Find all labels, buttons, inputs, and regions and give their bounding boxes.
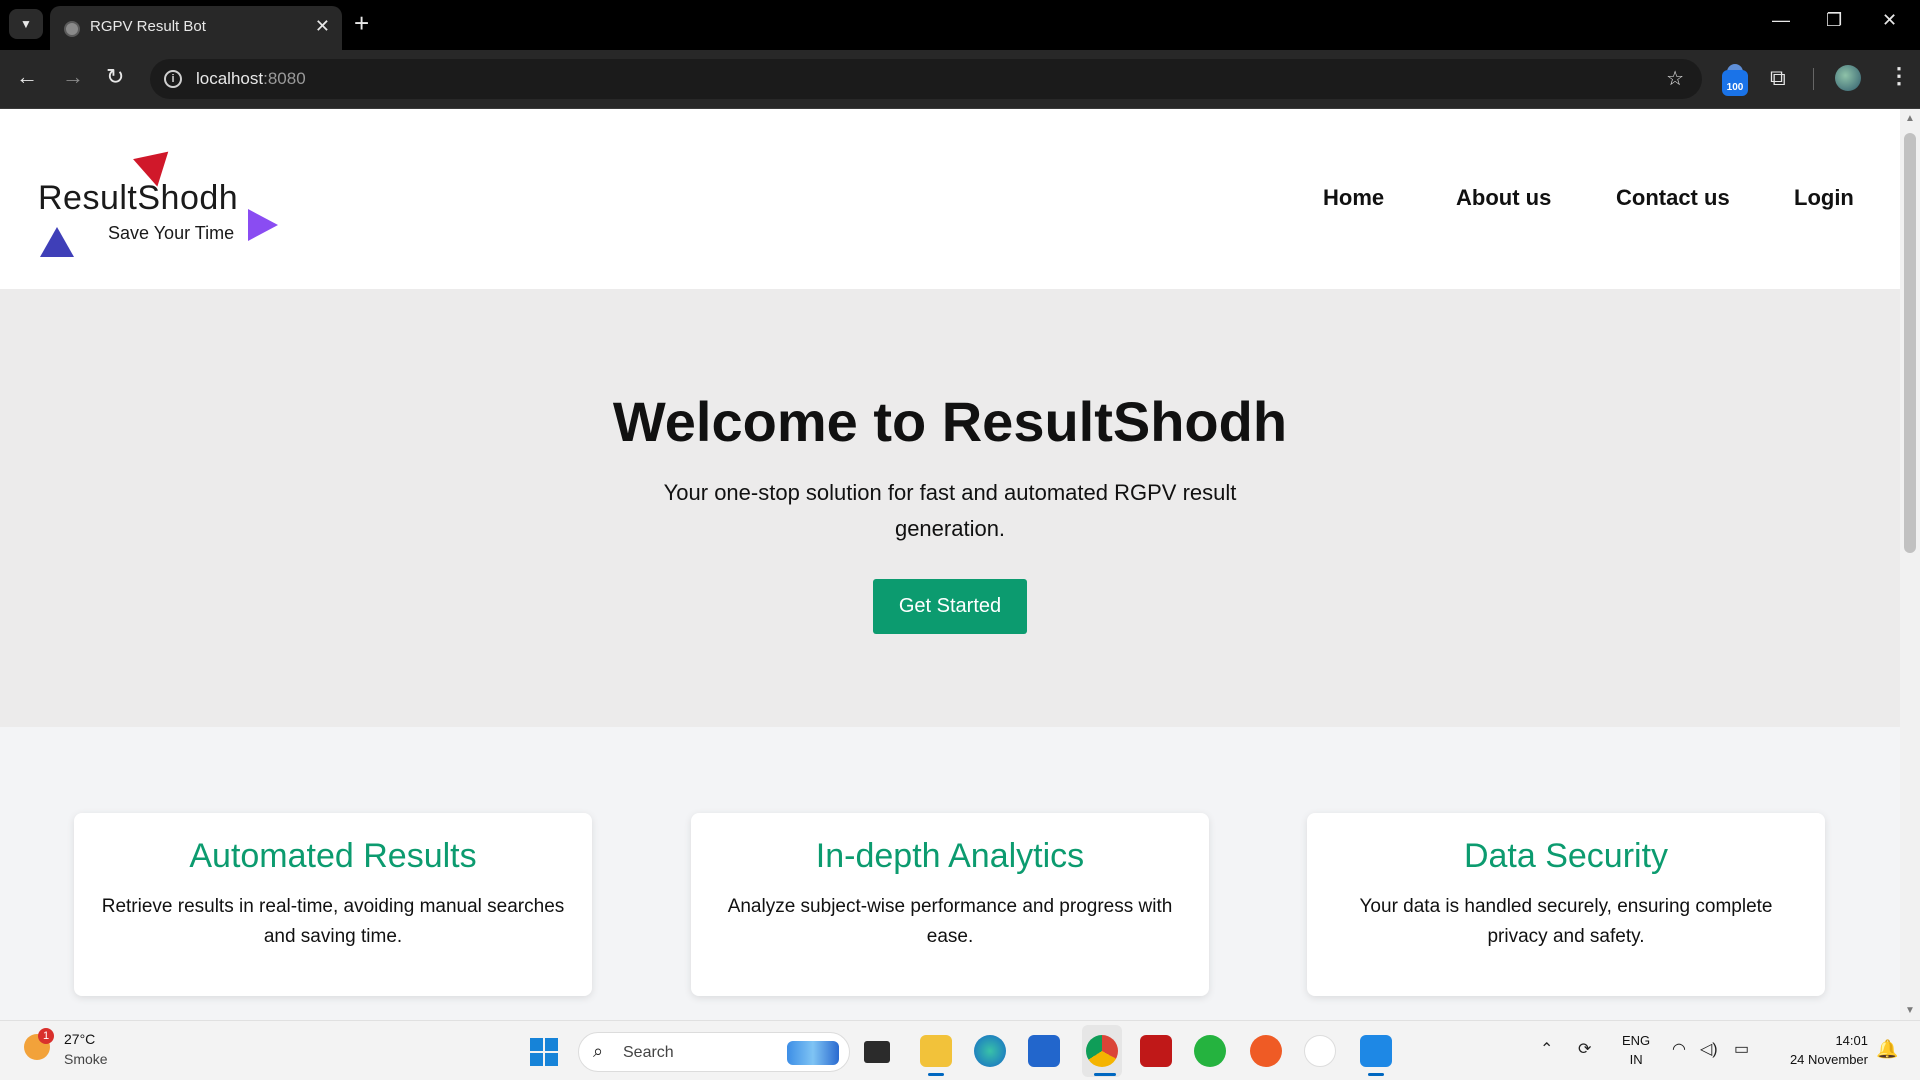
vscode-running-indicator	[1368, 1073, 1384, 1076]
wifi-icon[interactable]: ◠	[1672, 1039, 1686, 1059]
volume-icon[interactable]: ◁)	[1700, 1039, 1718, 1059]
nav-contact-link[interactable]: Contact us	[1616, 185, 1730, 211]
url-host: localhost	[196, 69, 264, 88]
site-logo[interactable]: ResultShodh Save Your Time	[30, 139, 280, 259]
feature-title: Data Security	[1463, 837, 1669, 875]
browser-menu-icon[interactable]: ⋮	[1888, 63, 1910, 89]
logo-blue-triangle	[40, 227, 74, 257]
page-viewport: ResultShodh Save Your Time Home About us…	[0, 109, 1900, 1020]
chrome-running-indicator	[1094, 1073, 1116, 1076]
language-indicator[interactable]: ENG IN	[1622, 1031, 1650, 1069]
feature-card-data-security: Data Security Your data is handled secur…	[1307, 813, 1825, 996]
close-tab-icon[interactable]: ✕	[315, 16, 330, 37]
mcafee-icon[interactable]	[1140, 1035, 1172, 1067]
minimize-icon[interactable]: —	[1772, 10, 1790, 31]
weather-description[interactable]: Smoke	[64, 1051, 108, 1067]
system-clock[interactable]: 14:01 24 November	[1790, 1031, 1868, 1069]
feature-title: Automated Results	[189, 837, 477, 875]
weather-badge: 1	[38, 1028, 54, 1044]
url-text: localhost:8080	[196, 69, 306, 89]
chrome-icon[interactable]	[1086, 1035, 1118, 1067]
tab-search-button[interactable]: ▼	[9, 9, 43, 39]
restore-icon[interactable]: ❐	[1826, 10, 1842, 31]
extensions-puzzle-icon[interactable]: ⧉	[1770, 65, 1786, 91]
clock-date: 24 November	[1789, 1052, 1868, 1067]
scroll-up-arrow-icon[interactable]: ▲	[1905, 113, 1915, 124]
tab-title: RGPV Result Bot	[90, 18, 206, 35]
mongodb-compass-icon[interactable]	[1304, 1035, 1336, 1067]
windows-start-icon[interactable]	[530, 1038, 558, 1066]
feature-text: Your data is handled securely, ensuring …	[1359, 896, 1773, 947]
new-tab-icon[interactable]: +	[354, 8, 369, 39]
feature-text: Retrieve results in real-time, avoiding …	[101, 896, 565, 947]
search-icon: ⌕	[593, 1041, 604, 1061]
language-region: IN	[1629, 1052, 1643, 1067]
taskbar-search-placeholder: Search	[623, 1044, 674, 1061]
nav-home-link[interactable]: Home	[1323, 185, 1384, 211]
features-section: Automated Results Retrieve results in re…	[0, 727, 1900, 1020]
hero-title: Welcome to ResultShodh	[612, 390, 1288, 453]
logo-wordmark: ResultShodh	[38, 179, 239, 217]
url-port: :8080	[263, 69, 306, 88]
show-hidden-icons-chevron-icon[interactable]: ⌃	[1540, 1039, 1553, 1059]
scroll-down-arrow-icon[interactable]: ▼	[1905, 1005, 1915, 1016]
notifications-bell-icon[interactable]: 🔔	[1876, 1039, 1898, 1060]
clock-time: 14:01	[1835, 1033, 1868, 1048]
battery-icon[interactable]: ▭	[1734, 1039, 1749, 1059]
address-bar[interactable]: i localhost:8080 ☆	[150, 59, 1702, 99]
file-explorer-icon[interactable]	[920, 1035, 952, 1067]
logo-purple-triangle	[248, 209, 278, 241]
site-info-icon[interactable]: i	[164, 70, 182, 88]
browser-toolbar: ← → ↻ i localhost:8080 ☆ 100 ⧉ ⋮	[0, 50, 1920, 109]
logo-tagline: Save Your Time	[108, 223, 235, 243]
reload-icon[interactable]: ↻	[106, 64, 124, 90]
edge-icon[interactable]	[974, 1035, 1006, 1067]
file-explorer-running-indicator	[928, 1073, 944, 1076]
forward-icon[interactable]: →	[62, 64, 84, 90]
page-scrollbar[interactable]: ▲ ▼	[1900, 109, 1920, 1020]
weather-temperature[interactable]: 27°C	[64, 1031, 95, 1047]
extension-badge-count: 100	[1726, 82, 1744, 93]
browser-tab-strip: ▼ RGPV Result Bot ✕ + — ❐ ✕	[0, 0, 1920, 50]
toolbar-divider	[1813, 68, 1814, 90]
feature-text: Analyze subject-wise performance and pro…	[727, 896, 1173, 947]
task-view-icon[interactable]	[864, 1041, 890, 1063]
feature-card-analytics: In-depth Analytics Analyze subject-wise …	[691, 813, 1209, 996]
chevron-down-icon: ▼	[20, 17, 32, 31]
feature-card-automated-results: Automated Results Retrieve results in re…	[74, 813, 592, 996]
sync-icon[interactable]: ⟳	[1578, 1039, 1591, 1059]
scrollbar-thumb[interactable]	[1904, 133, 1916, 553]
taskbar-search[interactable]: ⌕ Search	[578, 1032, 850, 1072]
search-highlight-icon	[787, 1041, 839, 1065]
feature-title: In-depth Analytics	[815, 837, 1085, 875]
language-code: ENG	[1622, 1033, 1651, 1048]
profile-avatar[interactable]	[1835, 65, 1861, 91]
get-started-button[interactable]: Get Started	[873, 579, 1027, 634]
browser-tab[interactable]: RGPV Result Bot ✕	[50, 6, 342, 50]
nav-login-link[interactable]: Login	[1794, 185, 1854, 211]
whatsapp-icon[interactable]	[1194, 1035, 1226, 1067]
vscode-icon[interactable]	[1360, 1035, 1392, 1067]
site-header: ResultShodh Save Your Time Home About us…	[0, 109, 1900, 289]
postman-icon[interactable]	[1250, 1035, 1282, 1067]
extension-counter-icon[interactable]: 100	[1722, 70, 1748, 96]
hero-section: Welcome to ResultShodh Your one-stop sol…	[0, 289, 1900, 727]
close-window-icon[interactable]: ✕	[1882, 10, 1897, 31]
nav-about-link[interactable]: About us	[1456, 185, 1551, 211]
windows-taskbar: 1 27°C Smoke ⌕ Search ⌃ ⟳ ENG IN ◠ ◁) ▭ …	[0, 1020, 1920, 1080]
bookmark-star-icon[interactable]: ☆	[1666, 66, 1684, 91]
back-icon[interactable]: ←	[16, 64, 38, 90]
store-icon[interactable]	[1028, 1035, 1060, 1067]
hero-subtitle: Your one-stop solution for fast and auto…	[663, 480, 1237, 541]
globe-icon	[64, 21, 80, 37]
